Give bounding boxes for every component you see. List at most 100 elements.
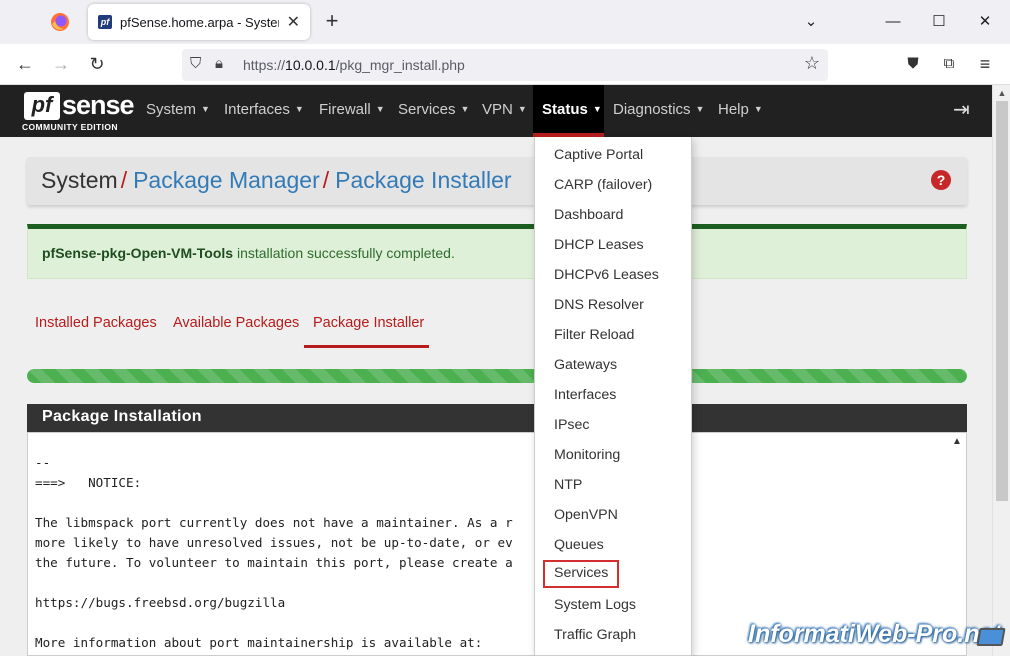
console-line: ===> NOTICE: bbox=[35, 475, 142, 490]
menu-label: Interfaces bbox=[224, 101, 290, 118]
install-progress-bar bbox=[27, 369, 967, 383]
breadcrumb-package-installer[interactable]: Package Installer bbox=[335, 167, 511, 193]
caret-down-icon: ▼ bbox=[294, 104, 304, 114]
caret-down-icon: ▼ bbox=[375, 104, 385, 114]
url-text[interactable]: https://10.0.0.1/pkg_mgr_install.php bbox=[243, 57, 465, 73]
status-menu-item-interfaces[interactable]: Interfaces bbox=[535, 380, 691, 410]
menu-label: System bbox=[146, 101, 197, 118]
status-menu-item-carp-failover[interactable]: CARP (failover) bbox=[535, 170, 691, 200]
caret-down-icon: ▼ bbox=[517, 104, 527, 114]
tab-close-icon[interactable]: ✕ bbox=[287, 12, 300, 32]
status-menu-item-queues[interactable]: Queues bbox=[535, 530, 691, 560]
forward-arrow-icon[interactable]: → bbox=[48, 52, 74, 78]
pocket-icon[interactable]: ⛊ bbox=[900, 52, 926, 78]
url-host: 10.0.0.1 bbox=[285, 57, 336, 73]
console-output: -- ===> NOTICE: The libmspack port current… bbox=[35, 453, 513, 653]
package-tabs: Installed Packages Available Packages Pa… bbox=[27, 307, 967, 349]
status-menu-item-ntp[interactable]: NTP bbox=[535, 470, 691, 500]
menu-label: VPN bbox=[482, 101, 513, 118]
lock-icon[interactable]: 🔒︎ bbox=[215, 55, 223, 72]
status-menu-item-captive-portal[interactable]: Captive Portal bbox=[535, 140, 691, 170]
tab-installed-packages[interactable]: Installed Packages bbox=[35, 315, 157, 331]
menu-label: Diagnostics bbox=[613, 101, 691, 118]
extensions-icon[interactable]: ⧉ bbox=[936, 52, 962, 78]
browser-tab-active[interactable]: pf pfSense.home.arpa - System: Pa ✕ bbox=[88, 4, 310, 40]
caret-down-icon: ▼ bbox=[592, 104, 602, 114]
console-line: https://bugs.freebsd.org/bugzilla bbox=[35, 595, 286, 610]
pfsense-navbar: pf sense COMMUNITY EDITION System ▼ Inter… bbox=[0, 85, 992, 137]
breadcrumb-separator: / bbox=[322, 167, 330, 193]
status-menu-item-gateways[interactable]: Gateways bbox=[535, 350, 691, 380]
browser-tab-bar: pf pfSense.home.arpa - System: Pa ✕ + ⌄ … bbox=[0, 0, 1010, 44]
breadcrumb-package-manager[interactable]: Package Manager bbox=[133, 167, 320, 193]
logo-edition: COMMUNITY EDITION bbox=[22, 122, 118, 132]
url-path: /pkg_mgr_install.php bbox=[335, 57, 465, 73]
maximize-icon[interactable]: ☐ bbox=[928, 8, 950, 36]
tab-package-installer[interactable]: Package Installer bbox=[313, 315, 424, 331]
scroll-up-arrow-icon[interactable]: ▲ bbox=[993, 85, 1010, 101]
reload-icon[interactable]: ↻ bbox=[84, 52, 110, 78]
screen: pf pfSense.home.arpa - System: Pa ✕ + ⌄ … bbox=[0, 0, 1010, 656]
close-window-icon[interactable]: ✕ bbox=[974, 8, 996, 36]
caret-down-icon: ▼ bbox=[201, 104, 210, 114]
status-menu-item-traffic-graph[interactable]: Traffic Graph bbox=[535, 620, 691, 650]
panel-title: Package Installation bbox=[42, 408, 202, 425]
status-menu-item-dhcpv6-leases[interactable]: DHCPv6 Leases bbox=[535, 260, 691, 290]
watermark-text: InformatiWeb-Pro.net bbox=[748, 620, 1002, 648]
minimize-icon[interactable]: — bbox=[882, 8, 904, 36]
caret-down-icon: ▼ bbox=[695, 104, 705, 114]
status-menu-item-ipsec[interactable]: IPsec bbox=[535, 410, 691, 440]
caret-down-icon: ▼ bbox=[460, 104, 470, 114]
status-menu-item-filter-reload[interactable]: Filter Reload bbox=[535, 320, 691, 350]
menu-services[interactable]: Services ▼ bbox=[391, 85, 476, 137]
bookmark-star-icon[interactable]: ☆ bbox=[804, 53, 820, 74]
status-menu-item-system-logs[interactable]: System Logs bbox=[535, 590, 691, 620]
back-arrow-icon[interactable]: ← bbox=[12, 52, 38, 78]
status-menu-item-dashboard[interactable]: Dashboard bbox=[535, 200, 691, 230]
status-menu-item-dhcp-leases[interactable]: DHCP Leases bbox=[535, 230, 691, 260]
tab-available-packages[interactable]: Available Packages bbox=[173, 315, 299, 331]
hamburger-menu-icon[interactable]: ≡ bbox=[972, 52, 998, 78]
status-menu-item-services[interactable]: Services bbox=[543, 560, 619, 588]
breadcrumb-separator: / bbox=[120, 167, 128, 193]
alert-package-name: pfSense-pkg-Open-VM-Tools bbox=[42, 245, 234, 261]
page-scrollbar[interactable]: ▲ bbox=[992, 85, 1010, 656]
breadcrumb-system: System bbox=[41, 167, 118, 193]
console-line: the future. To volunteer to maintain thi… bbox=[35, 555, 513, 570]
laptop-icon bbox=[976, 628, 1006, 646]
menu-vpn[interactable]: VPN ▼ bbox=[475, 85, 534, 137]
pfsense-favicon-icon: pf bbox=[98, 15, 112, 29]
page-content: System / Package Manager / Package Installer… bbox=[0, 137, 992, 656]
console-line: -- bbox=[35, 455, 51, 470]
console-line: More information about port maintainersh… bbox=[35, 635, 483, 650]
menu-label: Firewall bbox=[319, 101, 371, 118]
menu-system[interactable]: System ▼ bbox=[139, 85, 217, 137]
new-tab-plus-icon[interactable]: + bbox=[320, 8, 344, 36]
menu-label: Status bbox=[542, 101, 588, 118]
status-menu-item-openvpn[interactable]: OpenVPN bbox=[535, 500, 691, 530]
menu-firewall[interactable]: Firewall ▼ bbox=[312, 85, 392, 137]
active-tab-underline bbox=[304, 345, 429, 348]
scrollbar-thumb[interactable] bbox=[996, 101, 1008, 501]
menu-status[interactable]: Status ▼ bbox=[533, 85, 604, 137]
list-tabs-chevron-icon[interactable]: ⌄ bbox=[800, 8, 822, 36]
logout-icon[interactable]: ⇥ bbox=[953, 97, 970, 122]
console-line: The libmspack port currently does not ha… bbox=[35, 515, 513, 530]
menu-label: Help bbox=[718, 101, 749, 118]
menu-interfaces[interactable]: Interfaces ▼ bbox=[217, 85, 311, 137]
logo-sense: sense bbox=[62, 90, 135, 120]
menu-help[interactable]: Help ▼ bbox=[711, 85, 770, 137]
help-question-icon[interactable]: ? bbox=[931, 170, 951, 190]
alert-text: pfSense-pkg-Open-VM-Tools installation s… bbox=[42, 245, 455, 261]
menu-diagnostics[interactable]: Diagnostics ▼ bbox=[606, 85, 711, 137]
browser-nav-bar: ← → ↻ ⛉ 🔒︎ https://10.0.0.1/pkg_mgr_inst… bbox=[0, 44, 1010, 85]
status-menu-item-monitoring[interactable]: Monitoring bbox=[535, 440, 691, 470]
address-bar[interactable]: ⛉ 🔒︎ https://10.0.0.1/pkg_mgr_install.ph… bbox=[182, 49, 828, 81]
shield-icon[interactable]: ⛉ bbox=[190, 55, 201, 72]
menu-label: Services bbox=[398, 101, 456, 118]
pfsense-logo[interactable]: pf sense COMMUNITY EDITION bbox=[22, 90, 135, 134]
firefox-icon[interactable] bbox=[46, 8, 74, 36]
status-menu-item-dns-resolver[interactable]: DNS Resolver bbox=[535, 290, 691, 320]
